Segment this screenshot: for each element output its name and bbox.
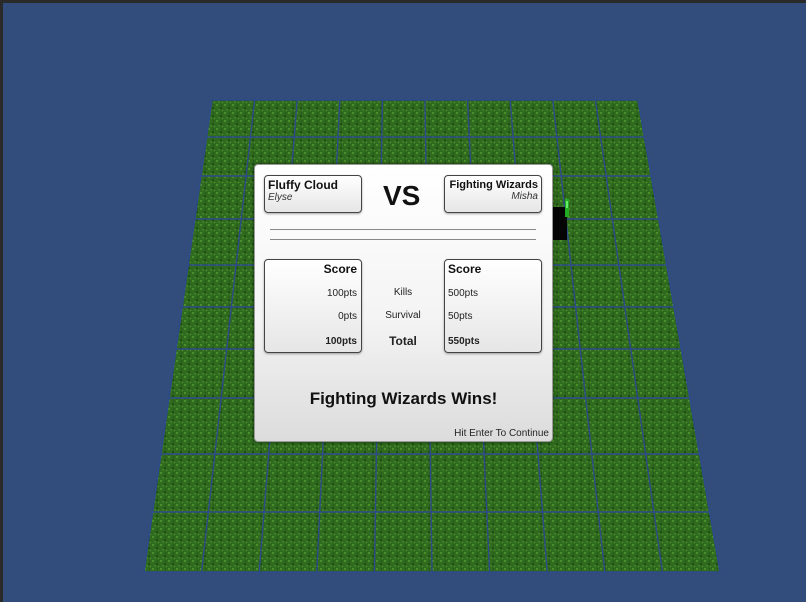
window-frame-left xyxy=(0,0,3,602)
right-total-value: 550pts xyxy=(448,336,480,347)
player-right-wizard: Misha xyxy=(511,191,538,202)
score-heading: Score xyxy=(323,262,357,276)
player-left-name: Fluffy Cloud xyxy=(268,178,338,192)
divider-line xyxy=(270,229,536,230)
continue-prompt[interactable]: Hit Enter To Continue xyxy=(454,428,549,439)
left-total-value: 100pts xyxy=(325,336,357,347)
player-right-score-panel: Score 500pts 50pts 550pts xyxy=(444,259,542,353)
vs-label: VS xyxy=(383,180,421,211)
winner-announcement: Fighting Wizards Wins! xyxy=(309,389,498,408)
right-survival-value: 50pts xyxy=(448,311,473,322)
score-heading: Score xyxy=(448,262,482,276)
player-right-name: Fighting Wizards xyxy=(449,179,538,191)
right-kills-value: 500pts xyxy=(448,288,479,299)
total-label: Total xyxy=(389,334,417,348)
left-kills-value: 100pts xyxy=(326,288,357,299)
player-left-card: Fluffy Cloud Elyse xyxy=(264,175,362,213)
player-left-wizard: Elyse xyxy=(268,192,293,203)
left-survival-value: 0pts xyxy=(338,311,357,322)
player-right-card: Fighting Wizards Misha xyxy=(444,175,542,213)
kills-label: Kills xyxy=(393,287,413,298)
window-frame-top xyxy=(0,0,806,3)
divider-line xyxy=(270,239,536,240)
player-left-score-panel: Score 100pts 0pts 100pts xyxy=(264,259,362,353)
match-results-dialog: Fluffy Cloud Elyse VS Fighting Wizards M… xyxy=(254,164,553,442)
survival-label: Survival xyxy=(385,310,421,321)
